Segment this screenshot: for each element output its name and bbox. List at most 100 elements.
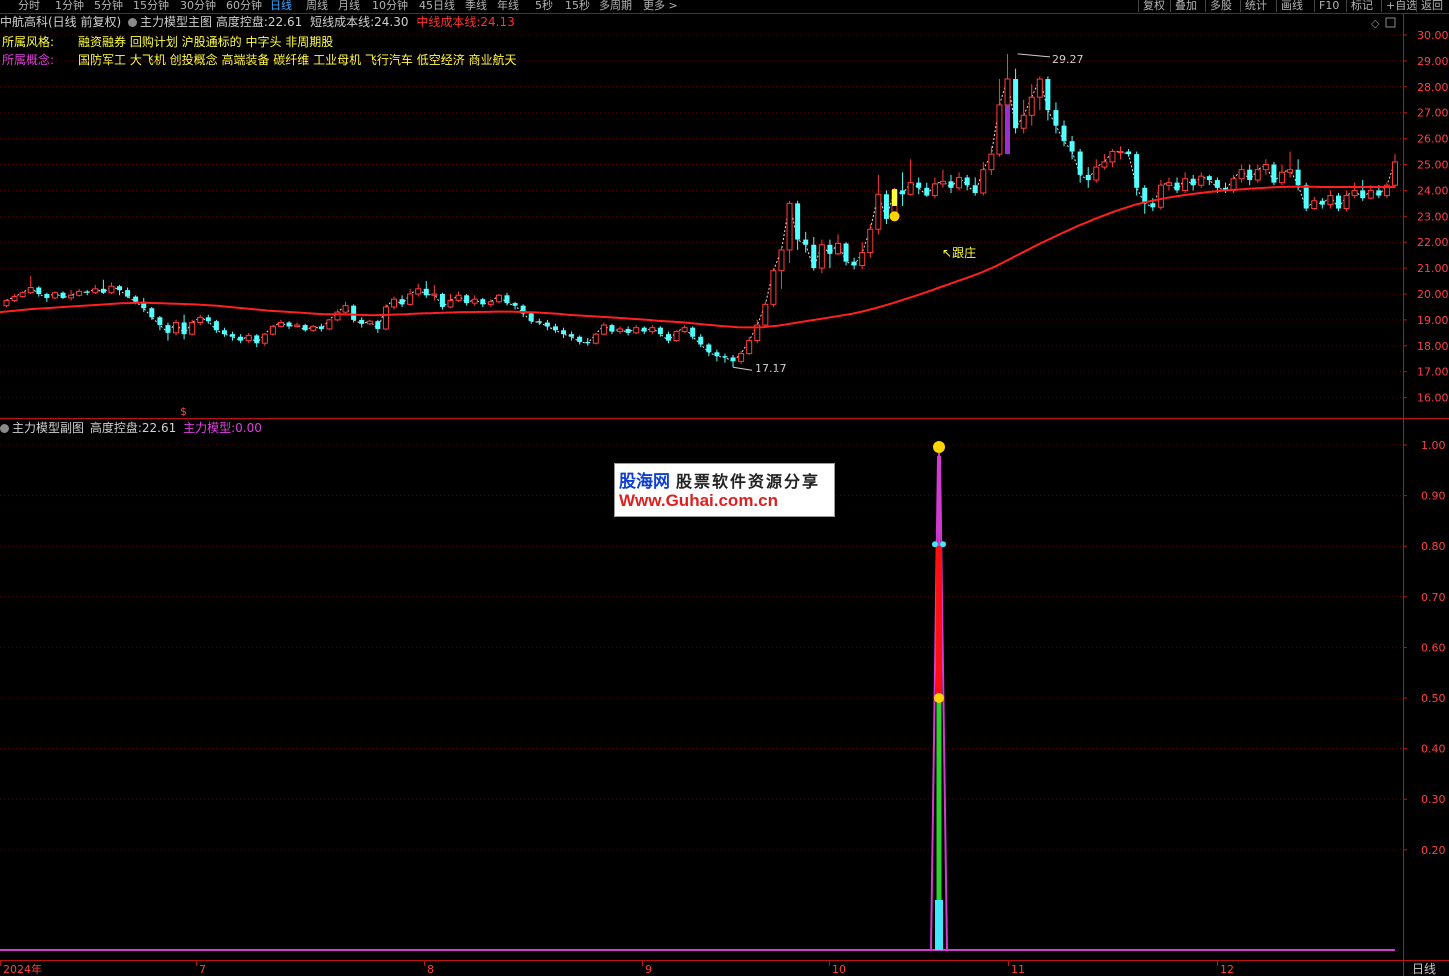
- candle-body-down: [698, 336, 704, 345]
- candle-body-down: [851, 261, 857, 266]
- price-tick-label: 29.00: [1417, 55, 1449, 68]
- candle-body-up: [738, 353, 745, 362]
- candle-body-up: [1117, 151, 1124, 154]
- price-tick-label: 22.00: [1417, 236, 1449, 249]
- candle-body-down: [117, 286, 123, 291]
- candle-body-up: [1343, 195, 1350, 210]
- candle-body-down: [1271, 164, 1277, 183]
- candle-body-down: [1295, 169, 1301, 186]
- candle-body-down: [883, 194, 889, 219]
- sub-tick-label: 0.20: [1421, 844, 1446, 857]
- candle-body-up: [277, 321, 284, 327]
- candle-body-down: [1206, 176, 1212, 181]
- candle-body-down: [803, 239, 809, 245]
- candle-body-up: [455, 294, 462, 301]
- candle-body-up: [649, 327, 656, 333]
- candle-body-down: [205, 317, 211, 322]
- candle-body-up: [931, 183, 938, 197]
- sub-tick-label: 0.70: [1421, 591, 1446, 604]
- candle-body-down: [318, 326, 324, 329]
- candle-body-up: [294, 324, 301, 327]
- candle-body-up: [867, 228, 874, 254]
- candle-body-down: [706, 344, 712, 353]
- candle-body-down: [1134, 154, 1140, 188]
- candle-body-down: [843, 243, 849, 262]
- candle-body-down: [1174, 182, 1180, 191]
- candle-body-up: [633, 327, 640, 334]
- candle-body-down: [811, 244, 817, 269]
- model-bar-cyan: [935, 900, 943, 950]
- candle-body-up: [1036, 78, 1043, 98]
- candle-body-down: [480, 299, 486, 305]
- candle-body-up: [1101, 161, 1108, 168]
- butterfly-icon: [932, 541, 938, 548]
- sub-tick-label: 0.90: [1421, 490, 1446, 503]
- candle-body-up: [600, 324, 607, 335]
- price-tick-label: 16.00: [1417, 392, 1449, 405]
- candle-body-up: [834, 242, 841, 255]
- price-tick-label: 27.00: [1417, 107, 1449, 120]
- candle-body-down: [1335, 195, 1341, 209]
- watermark-slogan: 股票软件资源分享: [676, 472, 821, 491]
- candle-body-down: [238, 336, 244, 341]
- candle-body-down: [609, 325, 615, 332]
- candle-body-up: [980, 169, 987, 194]
- sub-tick-label: 0.30: [1421, 793, 1446, 806]
- candle-body-down: [1150, 203, 1156, 208]
- collapse-icon[interactable]: ◇: [1371, 17, 1380, 30]
- candle-body-down: [916, 182, 922, 188]
- candle-body-down: [359, 319, 365, 324]
- candle-body-down: [1360, 190, 1366, 199]
- candle-body-down: [1319, 200, 1325, 205]
- candle-body-up: [818, 244, 825, 269]
- candle-body-down: [221, 330, 227, 335]
- candle-body-down: [399, 299, 405, 305]
- candle-body-down: [512, 303, 518, 306]
- mid-cost-line: [0, 185, 1395, 329]
- date-axis-bar: [0, 961, 1449, 976]
- window-icon[interactable]: [1385, 17, 1396, 28]
- candle-body-down: [423, 288, 429, 296]
- candle-body-up: [431, 293, 438, 296]
- candle-body-down: [157, 317, 163, 326]
- candle-body-up: [988, 153, 995, 171]
- candle-body-up: [245, 334, 252, 342]
- candle-body-down: [1247, 169, 1253, 181]
- price-tick-label: 21.00: [1417, 262, 1449, 275]
- candle-body-up: [11, 296, 18, 301]
- candle-body-down: [795, 203, 801, 240]
- candle-body-down: [36, 287, 42, 294]
- candle-body-up: [415, 288, 422, 295]
- short-cost-line: [6, 77, 1396, 362]
- candle-body-down: [948, 181, 954, 188]
- price-tick-label: 28.00: [1417, 81, 1449, 94]
- candle-body-down: [561, 330, 567, 335]
- candle-body-down: [544, 322, 550, 327]
- candle-body-up: [189, 321, 196, 335]
- signal-candle-purple: [1005, 104, 1011, 155]
- candle-body-down: [552, 326, 558, 331]
- candle-body-up: [1367, 189, 1374, 199]
- candle-body-down: [900, 190, 906, 195]
- sub-tick-label: 0.40: [1421, 743, 1446, 756]
- candle-body-up: [617, 328, 624, 333]
- candle-body-up: [1198, 175, 1205, 186]
- candle-body-up: [1327, 195, 1334, 206]
- candle-body-up: [342, 305, 349, 313]
- candle-body-down: [657, 327, 663, 335]
- candle-body-down: [1061, 125, 1067, 142]
- butterfly-icon-wing: [940, 541, 946, 548]
- candle-body-down: [641, 327, 647, 332]
- candle-body-up: [1004, 78, 1011, 106]
- model-bar-purple: [938, 453, 940, 547]
- sub-tick-label: 0.80: [1421, 540, 1446, 553]
- candle-body-down: [302, 325, 308, 331]
- candle-body-down: [230, 334, 236, 337]
- moneybag-sub-icon: [934, 693, 944, 703]
- candle-body-down: [569, 334, 575, 337]
- candle-body-down: [351, 305, 357, 320]
- dollar-marker-icon: $: [180, 405, 187, 418]
- candle-body-down: [722, 356, 728, 358]
- candle-body-down: [504, 295, 510, 304]
- sub-tick-label: 0.60: [1421, 641, 1446, 654]
